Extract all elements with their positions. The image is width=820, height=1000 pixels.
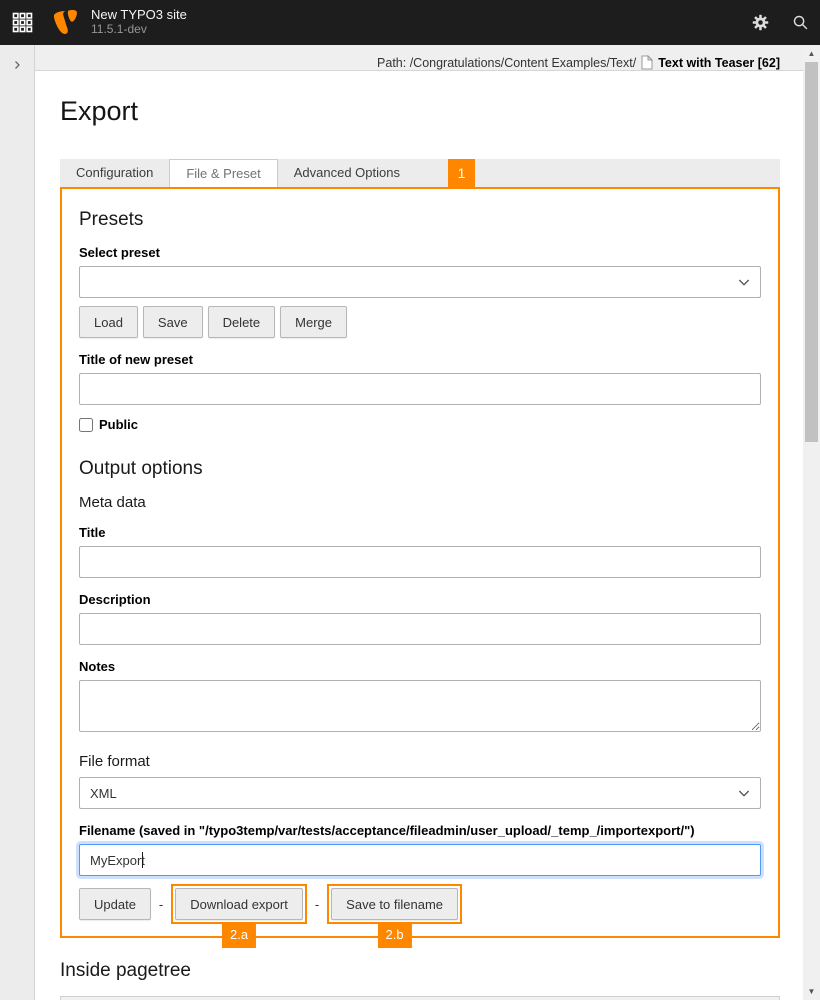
public-checkbox[interactable] (79, 418, 93, 432)
inside-pagetree-section: Inside pagetree Controls Title Message (60, 960, 780, 1000)
dash-separator: - (159, 897, 163, 912)
presets-heading: Presets (79, 209, 761, 231)
dash-separator: - (315, 897, 319, 912)
column-header-message: Message (657, 997, 780, 1000)
settings-button[interactable] (740, 0, 780, 45)
merge-preset-button[interactable]: Merge (280, 306, 347, 338)
title-input[interactable] (79, 546, 761, 578)
update-button[interactable]: Update (79, 888, 151, 920)
typo3-version: 11.5.1-dev (91, 23, 187, 37)
tab-strip: Configuration File & Preset Advanced Opt… (60, 159, 780, 187)
tab-file-preset[interactable]: File & Preset (169, 159, 277, 187)
tab-advanced-options[interactable]: Advanced Options (278, 159, 416, 187)
file-preset-panel: Presets Select preset Load Save Delete M… (60, 187, 780, 938)
annotation-highlight-2b: Save to filename 2.b (327, 884, 462, 924)
load-preset-button[interactable]: Load (79, 306, 138, 338)
annotation-step-1-badge: 1 (448, 159, 475, 187)
page-title: Export (60, 96, 780, 127)
record-title: Text with Teaser [62] (658, 56, 780, 70)
site-title: New TYPO3 site (91, 8, 187, 23)
preset-select[interactable] (79, 266, 761, 298)
chevron-right-icon (11, 59, 23, 71)
file-format-select[interactable]: XML (79, 777, 761, 809)
page-record-icon (641, 55, 653, 70)
column-header-title: Title (188, 997, 657, 1000)
module-body: Export Configuration File & Preset Advan… (35, 71, 803, 1000)
save-preset-button[interactable]: Save (143, 306, 203, 338)
filename-label: Filename (saved in "/typo3temp/var/tests… (79, 823, 761, 838)
breadcrumb: Path: /Congratulations/Content Examples/… (377, 56, 636, 70)
notes-label: Notes (79, 659, 761, 674)
scrollbar-up-arrow[interactable]: ▲ (803, 45, 820, 62)
save-to-filename-button[interactable]: Save to filename (331, 888, 458, 920)
search-icon (792, 14, 809, 31)
delete-preset-button[interactable]: Delete (208, 306, 276, 338)
tab-configuration[interactable]: Configuration (60, 159, 169, 187)
gear-icon (752, 14, 769, 31)
brand[interactable]: New TYPO3 site 11.5.1-dev (53, 8, 187, 37)
download-export-button[interactable]: Download export (175, 888, 303, 920)
new-preset-title-label: Title of new preset (79, 352, 761, 367)
expand-pagetree-button[interactable] (9, 57, 25, 76)
topbar: New TYPO3 site 11.5.1-dev (0, 0, 820, 45)
collapsed-pagetree-rail (0, 45, 35, 1000)
notes-textarea[interactable] (79, 680, 761, 732)
scrollbar-down-arrow[interactable]: ▼ (803, 983, 820, 1000)
typo3-logo-icon (53, 9, 79, 35)
inside-pagetree-heading: Inside pagetree (60, 960, 780, 982)
public-checkbox-label: Public (99, 417, 138, 432)
select-preset-label: Select preset (79, 245, 761, 260)
docheader: Path: /Congratulations/Content Examples/… (35, 45, 803, 71)
output-options-heading: Output options (79, 458, 761, 480)
new-preset-title-input[interactable] (79, 373, 761, 405)
annotation-step-2a-badge: 2.a (222, 922, 256, 948)
annotation-highlight-2a: Download export 2.a (171, 884, 307, 924)
file-format-label: File format (79, 753, 761, 770)
grid-icon (12, 12, 33, 33)
title-label: Title (79, 525, 761, 540)
meta-data-subheading: Meta data (79, 494, 761, 511)
filename-input[interactable] (79, 844, 761, 876)
search-button[interactable] (780, 0, 820, 45)
module-menu-toggle-button[interactable] (0, 0, 45, 45)
text-caret (142, 852, 143, 868)
pagetree-table: Controls Title Message (60, 996, 780, 1000)
annotation-step-2b-badge: 2.b (378, 922, 412, 948)
description-label: Description (79, 592, 761, 607)
description-input[interactable] (79, 613, 761, 645)
scrollbar-thumb[interactable] (805, 62, 818, 442)
column-header-controls: Controls (61, 997, 188, 1000)
vertical-scrollbar[interactable]: ▲ ▼ (803, 45, 820, 1000)
